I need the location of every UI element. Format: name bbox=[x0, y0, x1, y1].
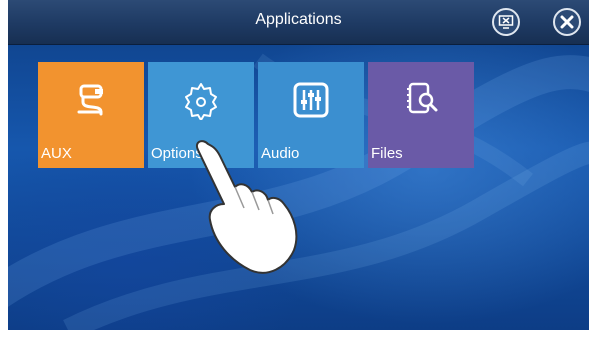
pointing-hand-icon bbox=[196, 140, 298, 274]
close-icon bbox=[560, 15, 574, 29]
title-bar: Applications bbox=[8, 0, 589, 45]
equalizer-icon bbox=[293, 82, 329, 118]
tile-label-files: Files bbox=[371, 145, 403, 162]
screen-close-icon bbox=[498, 15, 514, 29]
gear-icon bbox=[185, 83, 217, 120]
tile-label-aux: AUX bbox=[41, 145, 72, 162]
aux-cable-icon bbox=[77, 84, 103, 116]
screen-toggle-button[interactable] bbox=[492, 8, 520, 36]
close-button[interactable] bbox=[553, 8, 581, 36]
tile-aux[interactable]: AUX bbox=[38, 62, 144, 168]
file-search-icon bbox=[407, 82, 438, 114]
tile-files[interactable]: Files bbox=[368, 62, 474, 168]
